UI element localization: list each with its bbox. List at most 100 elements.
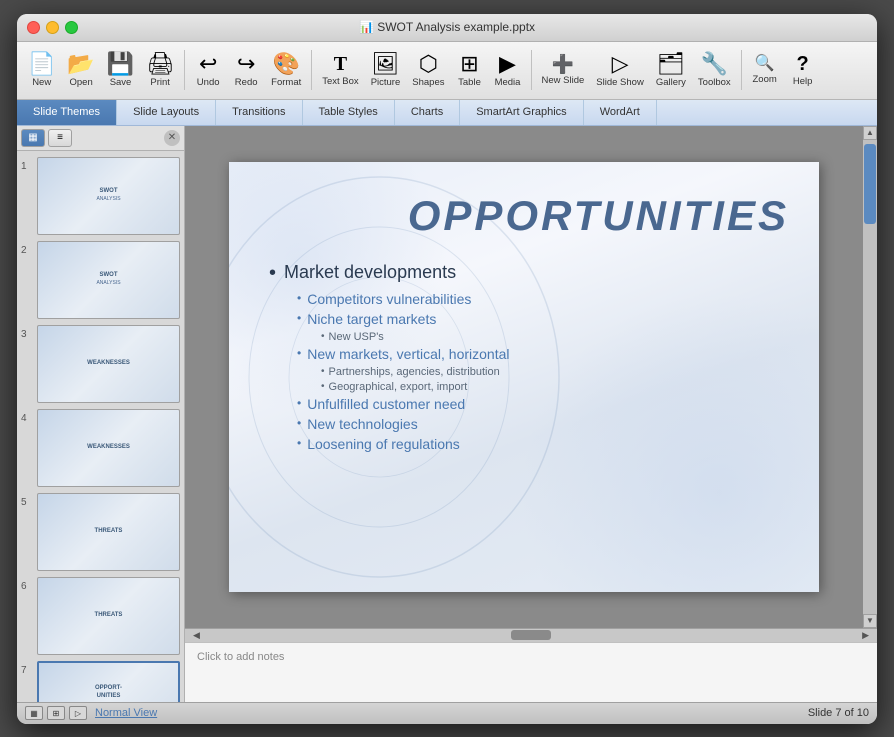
help-icon: ?	[797, 54, 809, 74]
view-grid-btn[interactable]: ⊞	[47, 706, 65, 720]
slide-number: 4	[21, 409, 37, 424]
bullet-item: Partnerships, agencies, distribution	[321, 366, 799, 378]
list-item[interactable]: 6 THREATS	[21, 577, 180, 655]
canvas-wrapper-outer: OPPORTUNITIES Market developments Compet…	[185, 126, 877, 628]
list-item[interactable]: 7 OPPORT- UNITIES • Market dev... • Comp…	[21, 661, 180, 702]
picture-icon: 🖼	[372, 53, 400, 75]
tab-charts[interactable]: Charts	[395, 100, 460, 125]
separator-3	[531, 50, 532, 90]
media-icon: ▶	[499, 53, 516, 75]
bullet-item: New technologies	[297, 416, 799, 432]
list-item[interactable]: 3 WEAKNESSES	[21, 325, 180, 403]
slide-thumbnail[interactable]: THREATS	[37, 493, 180, 571]
list-item[interactable]: 4 WEAKNESSES	[21, 409, 180, 487]
scroll-right-icon[interactable]: ▶	[862, 630, 869, 641]
shapes-button[interactable]: ⬡ Shapes	[407, 50, 449, 91]
slide-thumbnail[interactable]: SWOT ANALYSIS	[37, 241, 180, 319]
zoom-button[interactable]: 🔍 Zoom	[747, 53, 783, 88]
save-button[interactable]: 💾 Save	[102, 50, 139, 91]
bullet-item: Loosening of regulations	[297, 436, 799, 452]
scroll-thumb[interactable]	[864, 144, 876, 224]
slide-canvas-wrapper: OPPORTUNITIES Market developments Compet…	[185, 126, 863, 628]
open-label: Open	[69, 77, 92, 88]
slide-thumbnail[interactable]: SWOT ANALYSIS	[37, 157, 180, 235]
tab-table-styles[interactable]: Table Styles	[303, 100, 395, 125]
textbox-button[interactable]: T Text Box	[317, 51, 363, 90]
slide-thumbnail[interactable]: WEAKNESSES	[37, 325, 180, 403]
slide-thumbnail[interactable]: WEAKNESSES	[37, 409, 180, 487]
bullet-text: Geographical, export, import	[329, 381, 468, 393]
bullet-item: Unfulfilled customer need	[297, 396, 799, 412]
outline-tab[interactable]: ≡	[48, 129, 72, 147]
close-button[interactable]	[27, 21, 40, 34]
list-item[interactable]: 2 SWOT ANALYSIS	[21, 241, 180, 319]
media-button[interactable]: ▶ Media	[490, 50, 526, 91]
bullet-item: Niche target markets	[297, 311, 799, 327]
slides-tab[interactable]: ▦	[21, 129, 45, 147]
format-button[interactable]: 🎨 Format	[266, 50, 306, 91]
undo-button[interactable]: ↩ Undo	[190, 50, 226, 91]
slides-list[interactable]: 1 SWOT ANALYSIS 2 SWOT ANALYSIS	[17, 151, 184, 702]
scroll-left-icon[interactable]: ◀	[193, 630, 200, 641]
gallery-button[interactable]: 🗂 Gallery	[651, 50, 691, 91]
slide-number: 6	[21, 577, 37, 592]
view-normal-btn[interactable]: ▦	[25, 706, 43, 720]
bullet-item: Geographical, export, import	[321, 381, 799, 393]
open-icon: 📂	[67, 53, 94, 75]
bullet-text: Market developments	[284, 262, 456, 283]
format-label: Format	[271, 77, 301, 88]
notes-area[interactable]: Click to add notes	[185, 642, 877, 702]
picture-label: Picture	[371, 77, 401, 88]
content-area: OPPORTUNITIES Market developments Compet…	[185, 126, 877, 702]
media-label: Media	[495, 77, 521, 88]
scroll-down[interactable]: ▼	[863, 614, 877, 628]
slide-thumbnail[interactable]: THREATS	[37, 577, 180, 655]
gallery-icon: 🗂	[657, 53, 685, 75]
status-bar: ▦ ⊞ ▷ Normal View Slide 7 of 10	[17, 702, 877, 724]
help-button[interactable]: ? Help	[785, 51, 821, 90]
tab-wordart[interactable]: WordArt	[584, 100, 657, 125]
slideshow-button[interactable]: ▷ Slide Show	[591, 50, 649, 91]
view-present-btn[interactable]: ▷	[69, 706, 87, 720]
scroll-up[interactable]: ▲	[863, 126, 877, 140]
minimize-button[interactable]	[46, 21, 59, 34]
redo-label: Redo	[235, 77, 258, 88]
picture-button[interactable]: 🖼 Picture	[366, 50, 406, 91]
redo-button[interactable]: ↪ Redo	[228, 50, 264, 91]
tab-transitions[interactable]: Transitions	[216, 100, 302, 125]
slide-panel-close[interactable]: ✕	[164, 130, 180, 146]
new-button[interactable]: 📄 New	[23, 50, 60, 91]
zoom-icon: 🔍	[755, 56, 775, 72]
traffic-lights	[27, 21, 78, 34]
tab-smartart[interactable]: SmartArt Graphics	[460, 100, 583, 125]
maximize-button[interactable]	[65, 21, 78, 34]
table-button[interactable]: ⊞ Table	[452, 50, 488, 91]
slide-panel: ▦ ≡ ✕ 1 SWOT ANALYSIS 2	[17, 126, 185, 702]
tab-slide-themes[interactable]: Slide Themes	[17, 100, 117, 125]
print-label: Print	[150, 77, 170, 88]
status-view[interactable]: Normal View	[95, 707, 157, 719]
slide-number: 1	[21, 157, 37, 172]
separator-1	[184, 50, 185, 90]
newslide-button[interactable]: ➕ New Slide	[537, 52, 590, 89]
newslide-icon: ➕	[552, 55, 574, 73]
bullet-text: Competitors vulnerabilities	[307, 291, 471, 307]
horizontal-scroll-thumb[interactable]	[511, 630, 551, 640]
separator-2	[311, 50, 312, 90]
undo-icon: ↩	[199, 53, 217, 75]
list-item[interactable]: 5 THREATS	[21, 493, 180, 571]
view-buttons: ▦ ⊞ ▷	[25, 706, 87, 720]
print-button[interactable]: 🖨 Print	[141, 50, 179, 91]
shapes-icon: ⬡	[419, 53, 438, 75]
open-button[interactable]: 📂 Open	[62, 50, 99, 91]
tab-slide-layouts[interactable]: Slide Layouts	[117, 100, 216, 125]
slide-canvas[interactable]: OPPORTUNITIES Market developments Compet…	[229, 162, 819, 592]
list-item[interactable]: 1 SWOT ANALYSIS	[21, 157, 180, 235]
toolbox-button[interactable]: 🔧 Toolbox	[693, 50, 736, 91]
bullet-text: Unfulfilled customer need	[307, 396, 465, 412]
ribbon: Slide Themes Slide Layouts Transitions T…	[17, 100, 877, 126]
slide-thumbnail-selected[interactable]: OPPORT- UNITIES • Market dev... • Compet…	[37, 661, 180, 702]
redo-icon: ↪	[237, 53, 255, 75]
separator-4	[741, 50, 742, 90]
bullet-item: Competitors vulnerabilities	[297, 291, 799, 307]
